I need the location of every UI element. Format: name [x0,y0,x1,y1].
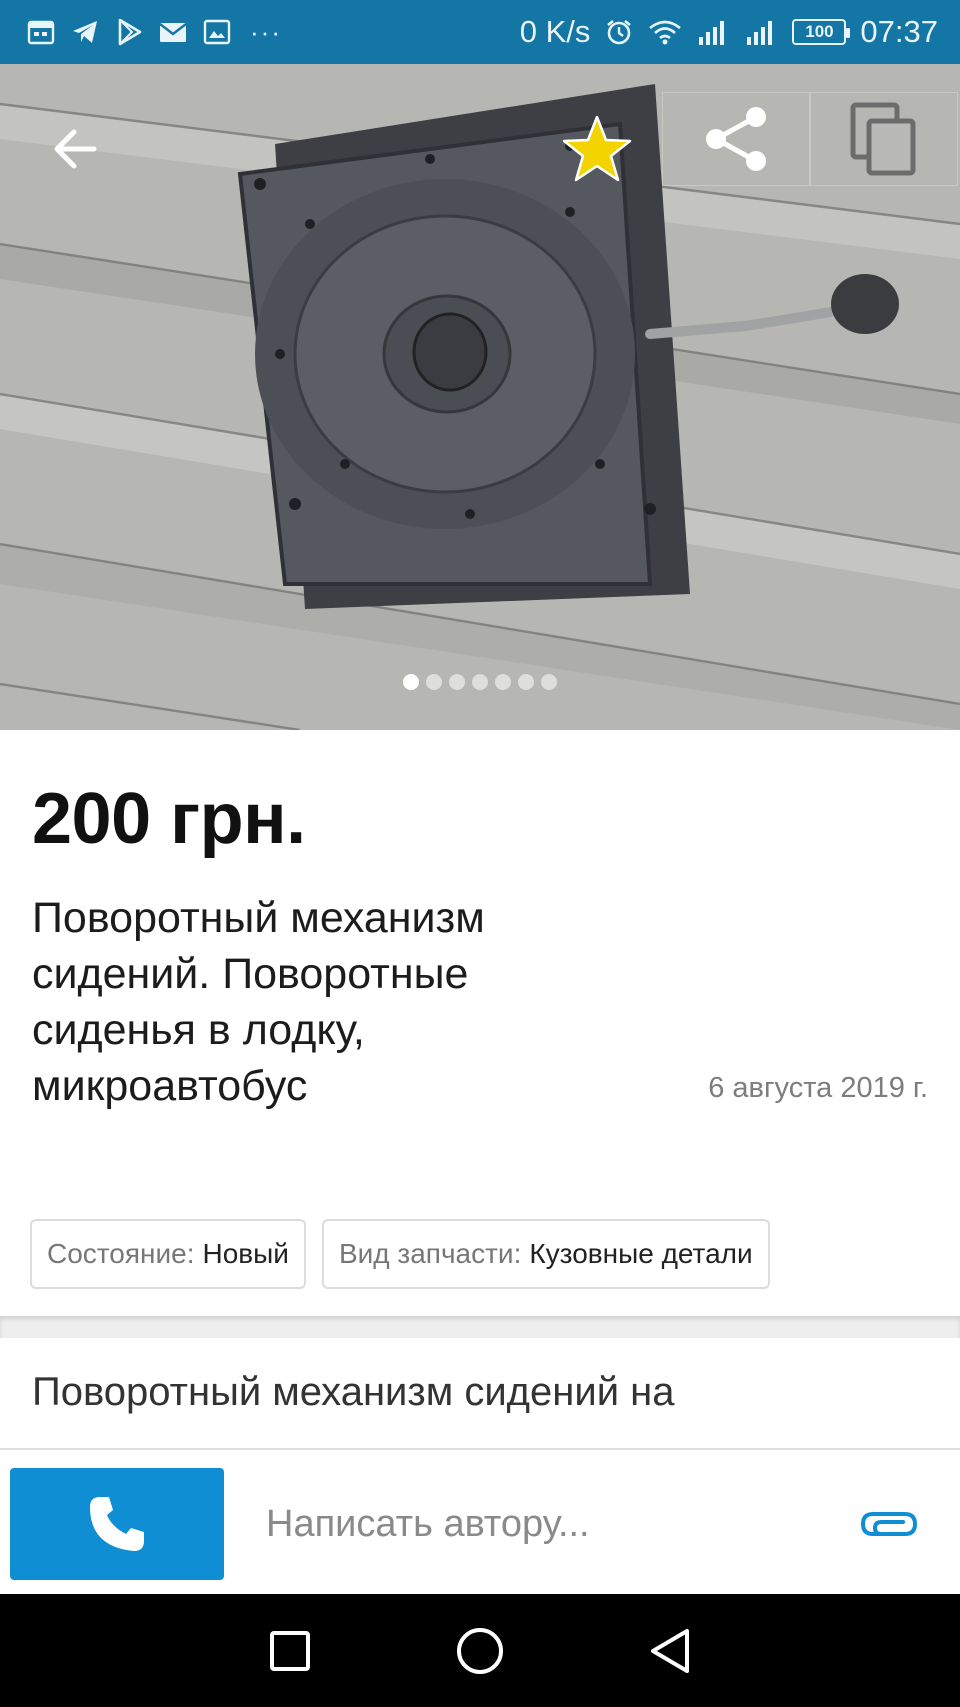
back-icon [651,1628,689,1673]
phone-icon [90,1497,144,1551]
telegram-icon [73,21,97,43]
network-speed: 0 K/s [519,14,591,49]
mail-icon [159,23,187,42]
share-icon [706,107,766,171]
gallery-dot[interactable] [425,674,442,690]
alarm-icon [607,19,632,45]
gallery-dot[interactable] [448,674,465,690]
system-nav-bar [0,1594,960,1707]
calendar-icon [27,20,55,45]
message-input[interactable] [266,1484,826,1564]
message-bar [0,1448,960,1594]
notification-overflow: ··· [250,17,282,47]
attribute-key: Вид запчасти: [338,1238,522,1269]
gallery-pagination [0,674,960,690]
recents-button[interactable] [260,1621,320,1681]
photo-gallery[interactable] [0,64,960,730]
description-text: Поворотный механизм сидений на [32,1370,675,1414]
price: 200 грн. [32,779,306,859]
recents-icon [270,1630,310,1671]
attribute-chips: Состояние: Новый Вид запчасти: Кузовные … [30,1219,770,1289]
attribute-chip-condition: Состояние: Новый [30,1219,306,1289]
gallery-dot[interactable] [402,674,419,690]
clock: 07:37 [860,14,938,49]
nav-back-button[interactable] [640,1621,700,1681]
favorite-button[interactable] [556,104,638,194]
attribute-key: Состояние: [47,1238,195,1269]
signal-icon [699,21,725,45]
back-button[interactable] [30,104,120,194]
attribute-chip-part-type: Вид запчасти: Кузовные детали [321,1219,770,1289]
attribute-value: Новый [202,1238,289,1269]
arrow-left-icon [54,129,97,169]
section-divider [0,1316,960,1338]
wifi-icon [649,20,682,45]
attach-button[interactable] [858,1496,920,1552]
copy-icon [850,102,916,176]
listing-date: 6 августа 2019 г. [708,1072,928,1104]
listing-title: Поворотный механизм сидений. Поворотные … [32,894,485,1110]
listing-details: 200 грн. Поворотный механизм сидений. По… [0,730,960,1316]
play-store-icon [118,18,142,46]
battery-icon: 100 [792,19,851,45]
signal-icon [747,21,773,45]
gallery-dot[interactable] [494,674,511,690]
copy-button[interactable] [810,92,958,186]
home-icon [457,1627,503,1674]
gallery-dot[interactable] [517,674,534,690]
attribute-value: Кузовные детали [529,1238,753,1269]
gallery-dot[interactable] [540,674,557,690]
gallery-dot[interactable] [471,674,488,690]
home-button[interactable] [450,1621,510,1681]
call-button[interactable] [10,1468,224,1580]
share-button[interactable] [662,92,810,186]
status-bar: ··· 0 K/s 100 07:37 [0,0,960,64]
star-icon [562,115,632,182]
listing-screen: ··· 0 K/s 100 07:37 200 грн. Поворотный … [0,0,960,1707]
gallery-icon [203,19,231,45]
paperclip-icon [860,1512,918,1536]
